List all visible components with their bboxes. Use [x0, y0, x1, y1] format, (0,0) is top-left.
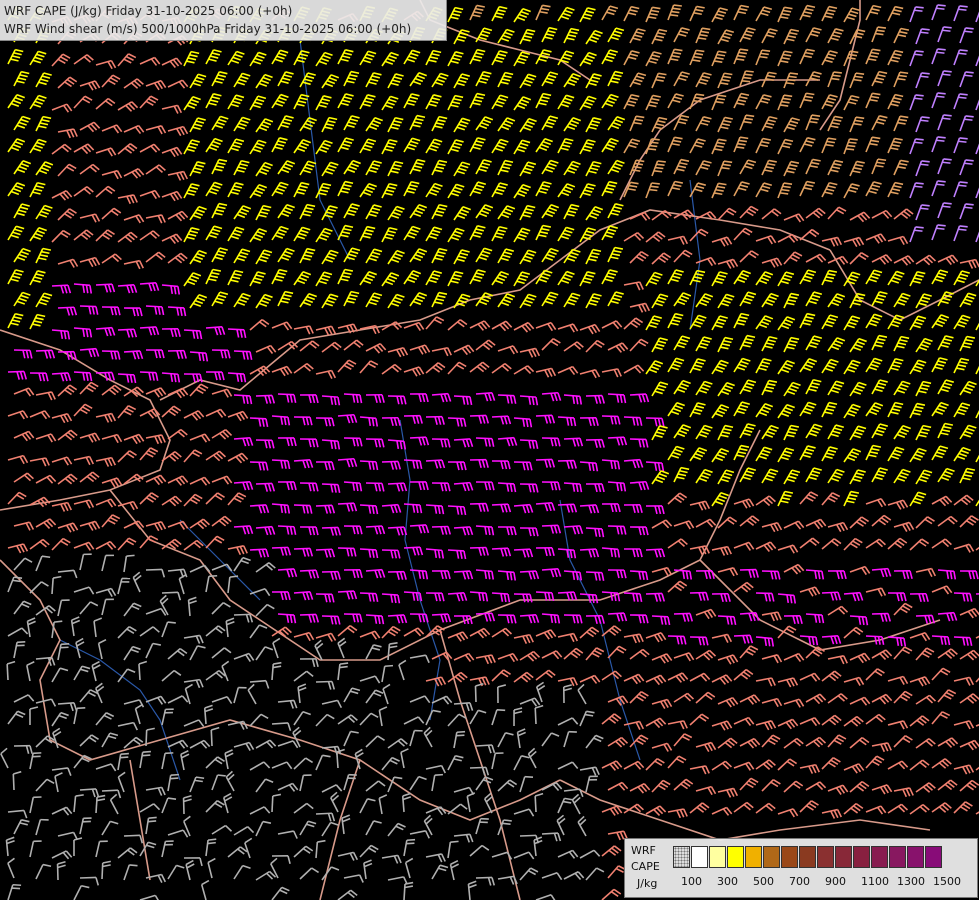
- legend-swatch-1: [709, 846, 726, 868]
- legend-tick-1300: 1300: [897, 875, 925, 888]
- cape-legend: WRF CAPE J/kg 100 300 500 700 900 1100 1300 150…: [624, 838, 978, 898]
- legend-unit: J/kg: [637, 877, 658, 890]
- legend-tick-300: 300: [717, 875, 738, 888]
- legend-swatch-7: [817, 846, 834, 868]
- legend-tick-500: 500: [753, 875, 774, 888]
- legend-swatch-11: [889, 846, 906, 868]
- legend-tick-700: 700: [789, 875, 810, 888]
- legend-swatch-0: [691, 846, 708, 868]
- legend-model: WRF: [631, 844, 656, 857]
- legend-tick-1100: 1100: [861, 875, 889, 888]
- legend-swatch-9: [853, 846, 870, 868]
- legend-swatch-12: [907, 846, 924, 868]
- legend-variable: CAPE: [631, 860, 660, 873]
- cape-title: WRF CAPE (J/kg) Friday 31-10-2025 06:00 …: [4, 4, 293, 18]
- legend-swatch-hatched: [673, 846, 690, 868]
- legend-tick-1500: 1500: [933, 875, 961, 888]
- legend-swatch-4: [763, 846, 780, 868]
- legend-swatch-5: [781, 846, 798, 868]
- map-title-box: WRF CAPE (J/kg) Friday 31-10-2025 06:00 …: [0, 0, 447, 41]
- weather-map: [0, 0, 979, 900]
- legend-swatch-8: [835, 846, 852, 868]
- legend-swatch-3: [745, 846, 762, 868]
- legend-tick-900: 900: [825, 875, 846, 888]
- legend-swatch-6: [799, 846, 816, 868]
- legend-swatch-10: [871, 846, 888, 868]
- legend-swatch-13: [925, 846, 942, 868]
- legend-tick-100: 100: [681, 875, 702, 888]
- wind-shear-title: WRF Wind shear (m/s) 500/1000hPa Friday …: [4, 22, 412, 36]
- legend-swatch-2: [727, 846, 744, 868]
